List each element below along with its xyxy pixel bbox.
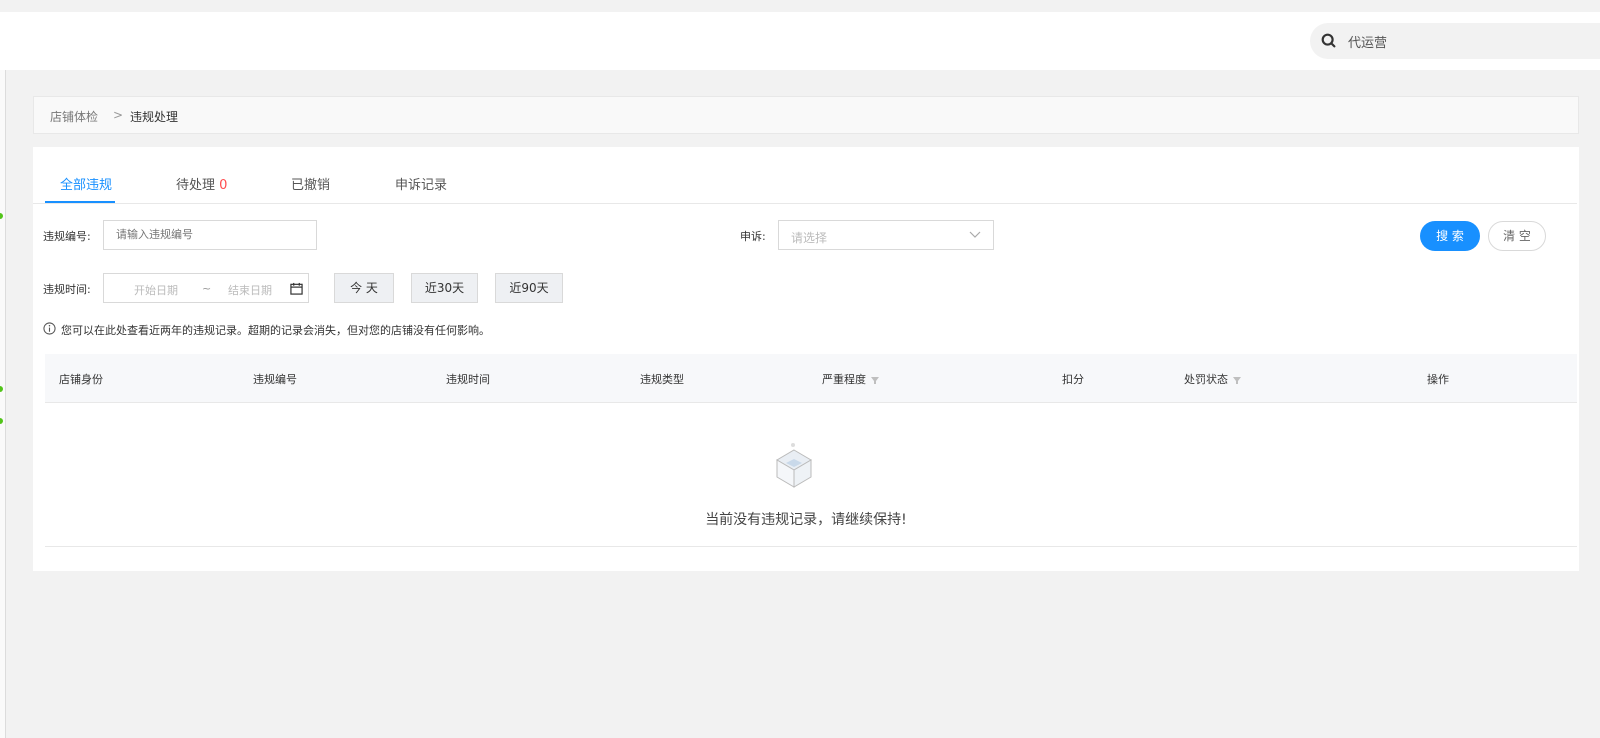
tab-pending[interactable]: 待处理 0 (176, 174, 227, 193)
breadcrumb-separator: > (113, 108, 124, 122)
empty-state-text: 当前没有违规记录，请继续保持! (705, 512, 907, 528)
top-strip (0, 0, 1600, 12)
tab-revoked[interactable]: 已撤销 (291, 174, 330, 193)
col-deduction: 扣分 (1062, 373, 1084, 386)
violation-no-input[interactable] (103, 220, 317, 250)
table-header: 店铺身份 违规编号 违规时间 违规类型 严重程度 扣分 处罚状态 操作 (45, 354, 1577, 403)
appeal-select[interactable]: 请选择 (778, 220, 994, 250)
col-violation-no: 违规编号 (253, 373, 297, 386)
col-actions: 操作 (1427, 373, 1449, 386)
tab-appeal-records[interactable]: 申诉记录 (395, 174, 447, 193)
empty-box-icon (776, 443, 812, 488)
tab-all-violations[interactable]: 全部违规 (60, 174, 112, 193)
breadcrumb-parent[interactable]: 店铺体检 (50, 108, 98, 125)
calendar-icon (290, 282, 303, 295)
search-text: 代运营 (1348, 36, 1388, 51)
status-dot (0, 386, 3, 392)
col-shop-identity: 店铺身份 (59, 373, 103, 386)
last-90-days-button[interactable]: 近90天 (495, 273, 563, 303)
top-header: 代运营 (0, 12, 1600, 70)
violation-no-label: 违规编号: (43, 230, 91, 243)
violation-time-label: 违规时间: (43, 283, 91, 296)
col-severity-label: 严重程度 (822, 373, 866, 386)
search-button[interactable]: 搜 索 (1420, 221, 1480, 251)
pending-count: 0 (219, 178, 228, 193)
date-range-separator: ~ (202, 282, 212, 295)
today-button[interactable]: 今 天 (334, 273, 394, 303)
status-dot (0, 213, 3, 219)
filter-icon[interactable] (1232, 375, 1242, 385)
date-range-picker[interactable]: 开始日期 ~ 结束日期 (103, 273, 309, 303)
global-search[interactable]: 代运营 (1310, 23, 1600, 59)
tab-pending-label: 待处理 (176, 178, 216, 193)
tab-bar: 全部违规 待处理 0 已撤销 申诉记录 (33, 147, 1577, 204)
status-dot (0, 418, 3, 424)
start-date-placeholder[interactable]: 开始日期 (134, 282, 178, 298)
left-sidebar-edge (0, 70, 6, 738)
last-30-days-button[interactable]: 近30天 (411, 273, 478, 303)
filter-icon[interactable] (870, 375, 880, 385)
appeal-label: 申诉: (740, 230, 766, 243)
breadcrumb: 店铺体检 > 违规处理 (33, 96, 1579, 134)
table-bottom-divider (45, 546, 1577, 547)
col-penalty-status-label: 处罚状态 (1184, 373, 1228, 386)
appeal-placeholder: 请选择 (791, 231, 828, 245)
col-violation-type: 违规类型 (640, 373, 684, 386)
info-icon (43, 322, 56, 335)
breadcrumb-current: 违规处理 (130, 110, 179, 124)
active-tab-indicator (45, 201, 115, 203)
col-violation-time: 违规时间 (446, 373, 490, 386)
notice-text: 您可以在此处查看近两年的违规记录。超期的记录会消失，但对您的店铺没有任何影响。 (61, 324, 490, 337)
chevron-down-icon (969, 231, 981, 238)
col-severity: 严重程度 (822, 371, 880, 387)
col-penalty-status: 处罚状态 (1184, 371, 1242, 387)
main-panel: 全部违规 待处理 0 已撤销 申诉记录 违规编号: 申诉: 请选择 搜 索 清 … (33, 147, 1579, 571)
end-date-placeholder[interactable]: 结束日期 (228, 282, 272, 298)
clear-button[interactable]: 清 空 (1488, 221, 1546, 251)
search-icon (1321, 33, 1336, 48)
